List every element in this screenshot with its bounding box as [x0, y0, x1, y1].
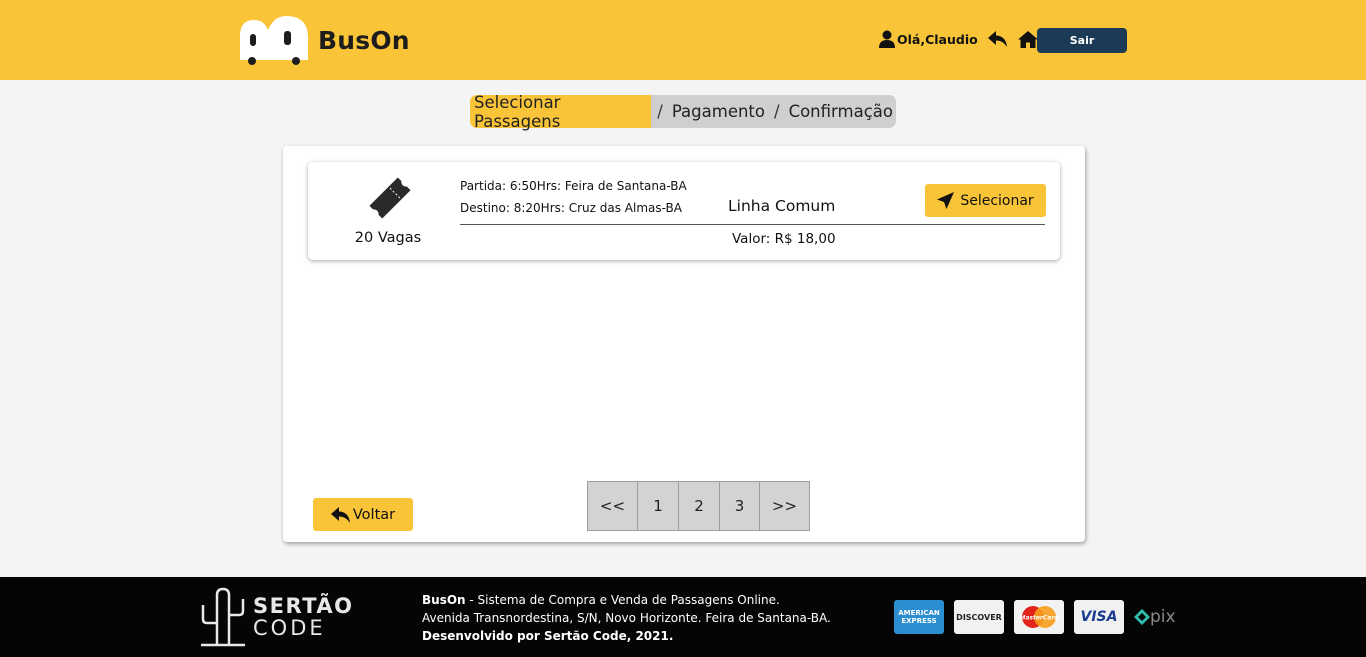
brand-name: BusOn: [318, 25, 410, 55]
pix-label: pix: [1150, 607, 1176, 627]
departure-info: Partida: 6:50Hrs: Feira de Santana-BA: [460, 179, 687, 193]
page-3-button[interactable]: 3: [719, 481, 760, 531]
destination-info: Destino: 8:20Hrs: Cruz das Almas-BA: [460, 201, 682, 215]
visa-icon: VISA: [1074, 600, 1124, 634]
reply-icon: [330, 506, 350, 523]
send-icon: [937, 192, 955, 209]
reply-icon[interactable]: [987, 31, 1008, 47]
cactus-icon: [201, 587, 245, 647]
amex-icon: AMERICAN EXPRESS: [894, 600, 944, 634]
page-1-button[interactable]: 1: [637, 481, 679, 531]
sertao-logo-line2: CODE: [253, 616, 326, 640]
breadcrumb-separator: /: [774, 102, 780, 121]
select-trip-button[interactable]: Selecionar: [925, 184, 1046, 217]
mastercard-icon: MasterCard: [1014, 600, 1064, 634]
footer-credits: Desenvolvido por Sertão Code, 2021.: [422, 629, 674, 643]
pix-icon: pix: [1134, 607, 1176, 627]
sertao-logo-line1: SERTÃO: [253, 594, 354, 618]
available-seats: 20 Vagas: [354, 230, 422, 246]
payment-methods: AMERICAN EXPRESS DISCOVER MasterCard VIS…: [894, 600, 1176, 634]
line-type: Linha Comum: [728, 197, 836, 215]
bus-logo-icon: [240, 16, 308, 65]
select-trip-label: Selecionar: [960, 192, 1034, 209]
breadcrumb-step-confirmation[interactable]: Confirmação: [786, 102, 896, 121]
breadcrumb-separator: /: [657, 102, 663, 121]
pagination: << 1 2 3 >>: [587, 481, 810, 531]
footer: SERTÃO CODE BusOn - Sistema de Compra e …: [0, 577, 1366, 657]
logout-button[interactable]: Sair: [1037, 28, 1127, 53]
trip-price: Valor: R$ 18,00: [732, 231, 836, 247]
home-icon[interactable]: [1017, 30, 1038, 48]
footer-description: - Sistema de Compra e Venda de Passagens…: [465, 593, 780, 607]
discover-icon: DISCOVER: [954, 600, 1004, 634]
divider: [460, 224, 1045, 225]
page-first-button[interactable]: <<: [587, 481, 638, 531]
breadcrumb-step-select-tickets[interactable]: Selecionar Passagens: [470, 93, 652, 131]
breadcrumb-step-payment[interactable]: Pagamento: [669, 102, 768, 121]
mastercard-label: MasterCard: [1019, 615, 1059, 622]
trip-card: 20 Vagas Partida: 6:50Hrs: Feira de Sant…: [308, 162, 1060, 260]
back-button[interactable]: Voltar: [313, 498, 413, 531]
breadcrumb: Selecionar Passagens / Pagamento / Confi…: [470, 93, 896, 131]
brand-logo[interactable]: BusOn: [238, 14, 410, 66]
footer-info: BusOn - Sistema de Compra e Venda de Pas…: [422, 591, 831, 645]
page-last-button[interactable]: >>: [759, 481, 810, 531]
header: BusOn Olá,Claudio Sair: [0, 0, 1366, 80]
footer-address: Avenida Transnordestina, S/N, Novo Horiz…: [422, 611, 831, 625]
user-area: Olá,Claudio: [879, 30, 1038, 48]
sertao-code-logo: SERTÃO CODE: [199, 587, 354, 647]
tickets-panel: 20 Vagas Partida: 6:50Hrs: Feira de Sant…: [283, 146, 1085, 542]
user-greeting: Olá,Claudio: [897, 31, 978, 47]
user-icon: [879, 30, 895, 48]
ticket-icon: [369, 177, 411, 219]
page-2-button[interactable]: 2: [678, 481, 720, 531]
back-label: Voltar: [352, 506, 396, 523]
footer-brand: BusOn: [422, 593, 466, 607]
